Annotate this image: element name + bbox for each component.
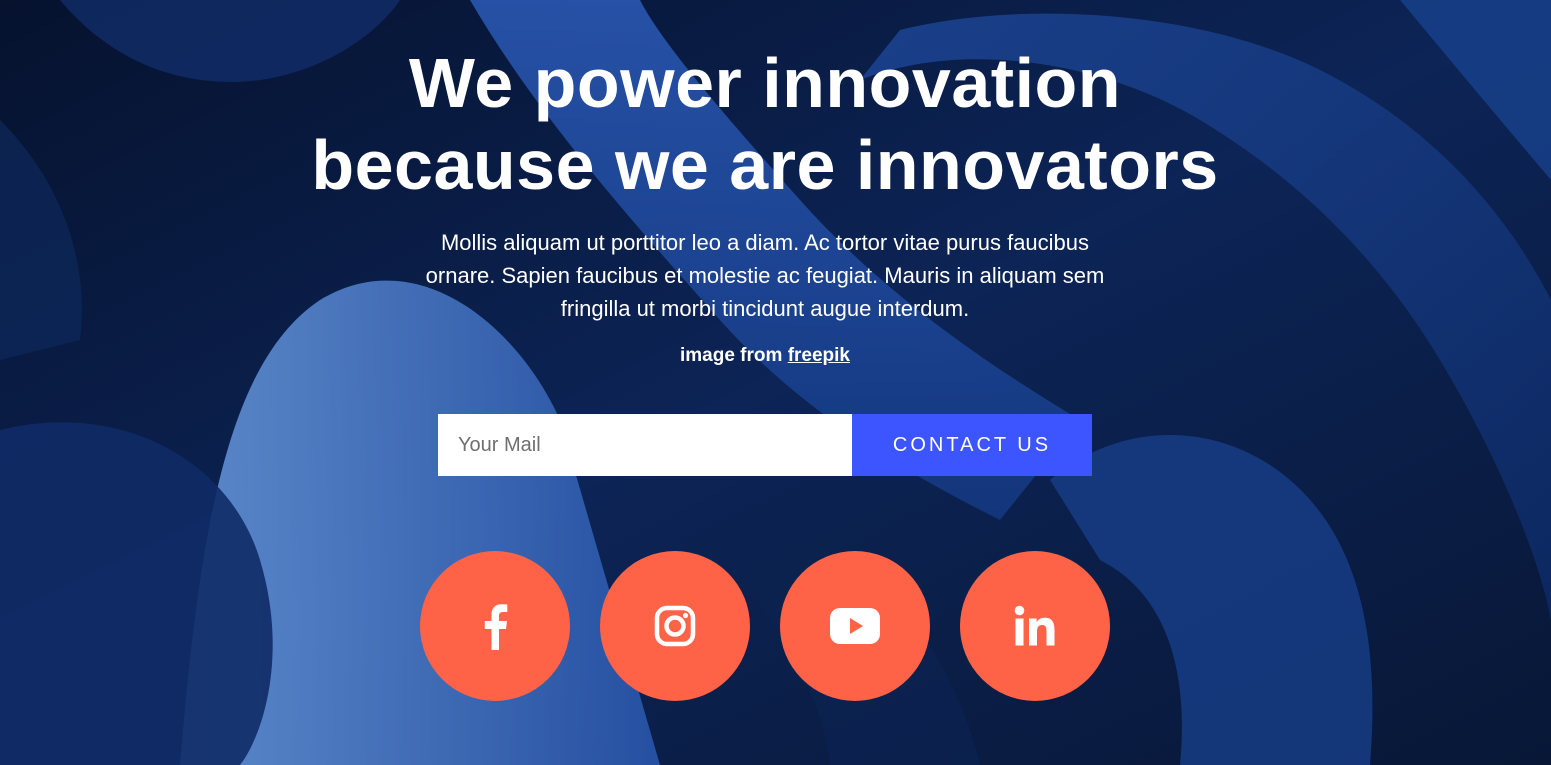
youtube-icon: [830, 608, 880, 644]
hero-content: We power innovation because we are innov…: [0, 0, 1551, 765]
linkedin-button[interactable]: [960, 551, 1110, 701]
facebook-button[interactable]: [420, 551, 570, 701]
hero-description: Mollis aliquam ut porttitor leo a diam. …: [425, 230, 1105, 321]
credit-prefix: image from: [679, 345, 783, 366]
email-input[interactable]: [438, 414, 852, 476]
linkedin-icon: [1014, 605, 1055, 646]
freepik-link[interactable]: freepik: [788, 345, 850, 366]
social-links: [420, 551, 1110, 701]
headline-line-1: We power innovation: [408, 44, 1122, 122]
image-credit: image from freepik: [0, 345, 1530, 367]
headline-line-2: because we are innovators: [311, 126, 1219, 204]
contact-us-button[interactable]: CONTACT US: [852, 414, 1092, 476]
instagram-button[interactable]: [600, 551, 750, 701]
hero-section: We power innovation because we are innov…: [0, 0, 1551, 765]
hero-headline: We power innovation because we are innov…: [0, 42, 1530, 206]
facebook-icon: [484, 604, 508, 650]
contact-form: CONTACT US: [438, 414, 1092, 476]
youtube-button[interactable]: [780, 551, 930, 701]
instagram-icon: [654, 605, 696, 647]
